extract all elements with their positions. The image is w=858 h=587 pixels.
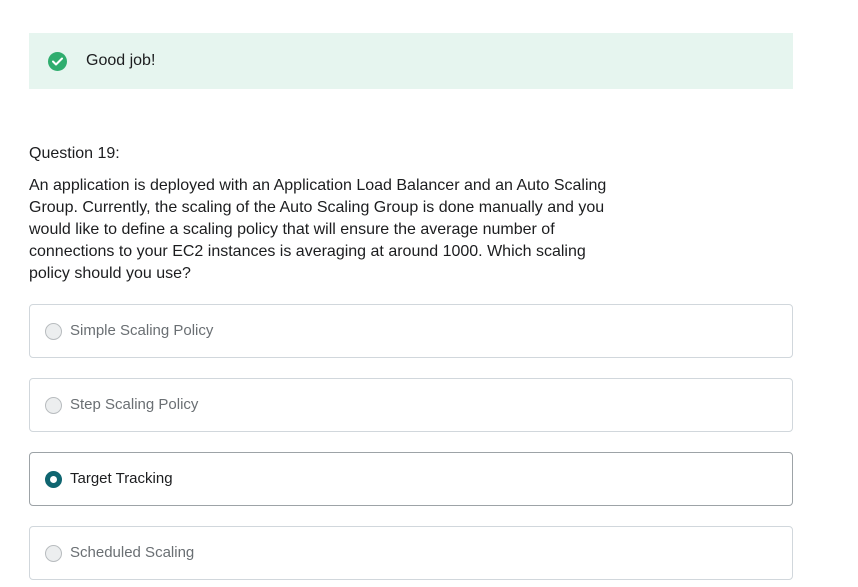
answer-option-label: Scheduled Scaling: [70, 544, 195, 561]
answer-option-label: Target Tracking: [70, 470, 173, 487]
answer-option-simple-scaling[interactable]: Simple Scaling Policy: [29, 304, 793, 358]
answer-option-label: Simple Scaling Policy: [70, 322, 214, 339]
radio-button[interactable]: [45, 545, 62, 562]
question-number: Question 19:: [29, 145, 120, 162]
answer-option-step-scaling[interactable]: Step Scaling Policy: [29, 378, 793, 432]
radio-button[interactable]: [45, 397, 62, 414]
radio-button-selected[interactable]: [45, 471, 62, 488]
check-circle-icon: [48, 52, 67, 71]
answer-option-target-tracking[interactable]: Target Tracking: [29, 452, 793, 506]
radio-button[interactable]: [45, 323, 62, 340]
answer-option-scheduled-scaling[interactable]: Scheduled Scaling: [29, 526, 793, 580]
question-text: An application is deployed with an Appli…: [29, 177, 607, 282]
feedback-message: Good job!: [86, 52, 156, 69]
quiz-page: Good job! Question 19: An application is…: [0, 0, 858, 587]
answer-option-label: Step Scaling Policy: [70, 396, 199, 413]
feedback-banner: Good job!: [29, 33, 793, 89]
